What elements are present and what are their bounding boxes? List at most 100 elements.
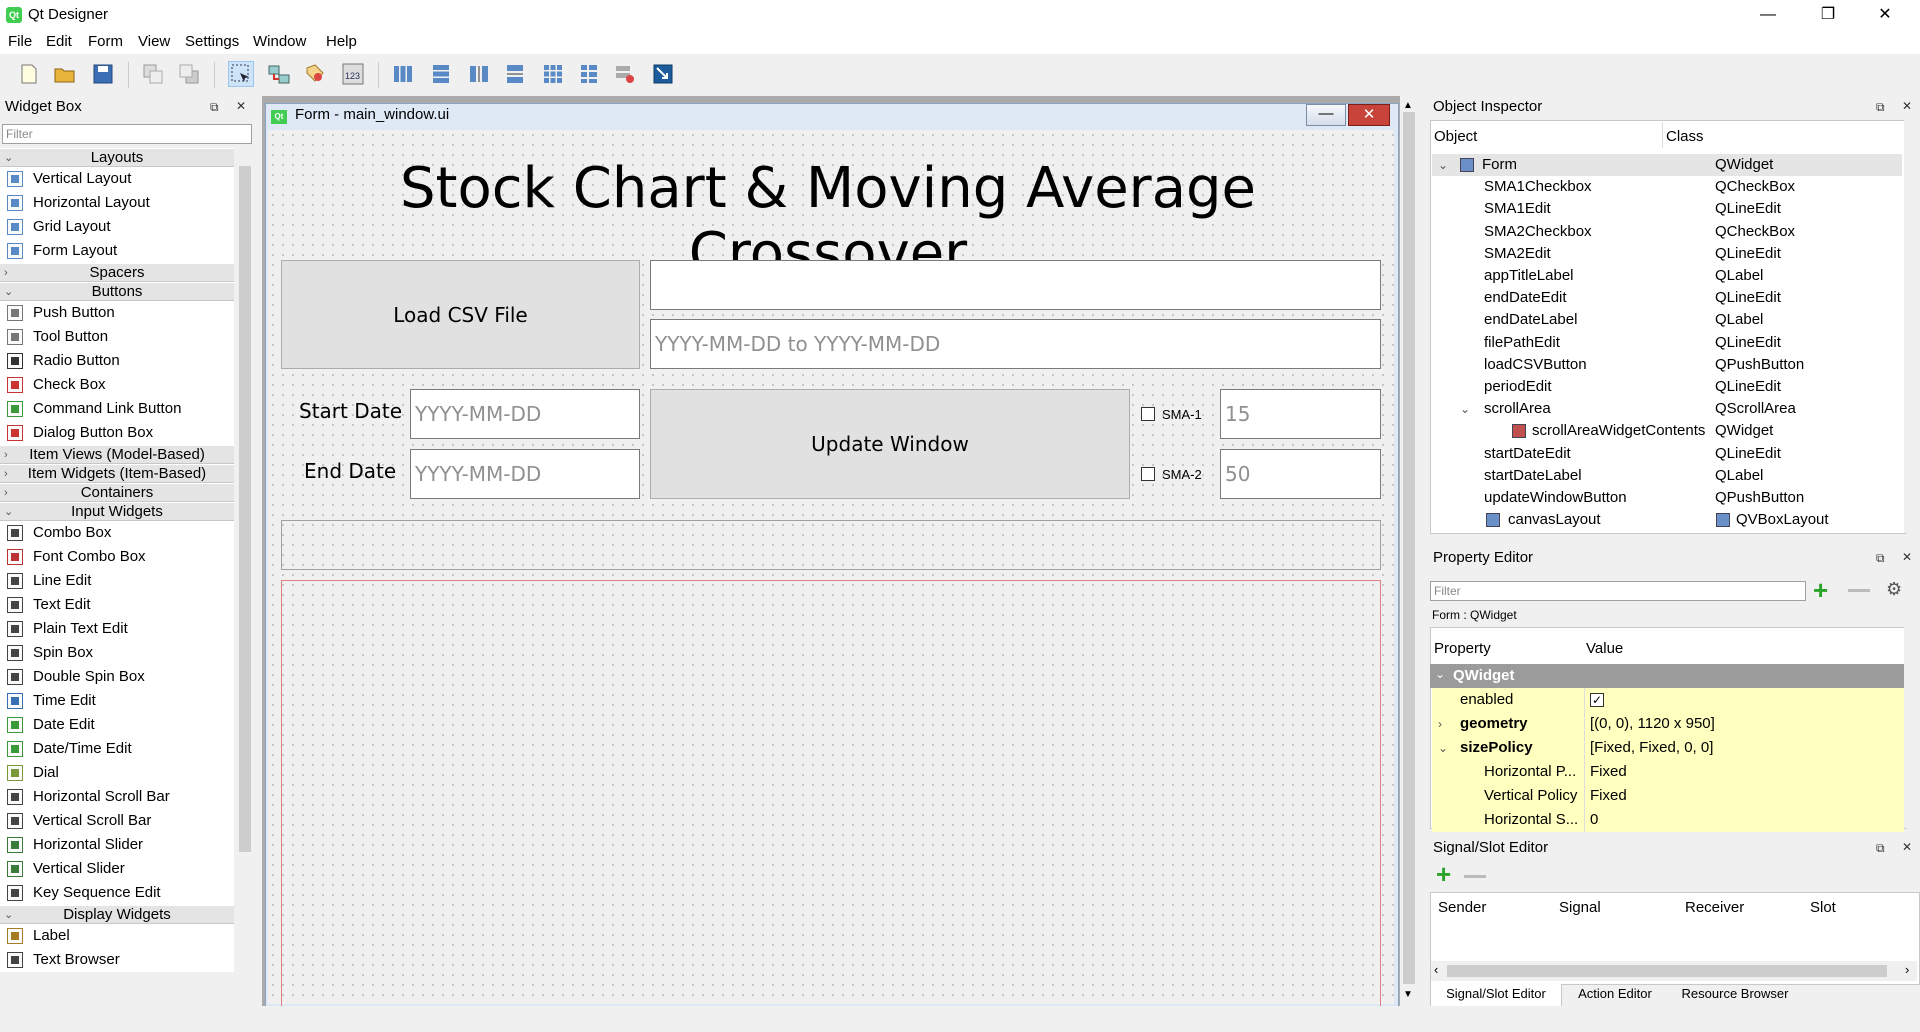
tab-signal-slot-editor[interactable]: Signal/Slot Editor <box>1430 984 1562 1007</box>
float-dock-icon[interactable]: ⧉ <box>210 100 219 115</box>
menu-help[interactable]: Help <box>326 33 357 50</box>
widget-category-containers[interactable]: › Containers <box>0 483 234 502</box>
object-row[interactable]: ⌄ scrollArea QScrollArea <box>1432 398 1902 420</box>
widget-category-layouts[interactable]: ⌄ Layouts <box>0 148 234 167</box>
widget-item-font-combo-box[interactable]: Font Combo Box <box>0 545 234 569</box>
float-dock-icon[interactable]: ⧉ <box>1876 551 1885 566</box>
chevron-down-icon[interactable]: ⌄ <box>1438 736 1448 760</box>
object-row[interactable]: scrollAreaWidgetContents QWidget <box>1432 420 1902 442</box>
form-minimize-button[interactable]: — <box>1306 104 1346 126</box>
property-row[interactable]: › geometry [(0, 0), 1120 x 950] <box>1432 712 1904 736</box>
widget-item-form-layout[interactable]: Form Layout <box>0 239 234 263</box>
end-date-edit[interactable]: YYYY-MM-DD <box>410 449 640 499</box>
object-row[interactable]: loadCSVButton QPushButton <box>1432 354 1902 376</box>
object-row[interactable]: updateWindowButton QPushButton <box>1432 487 1902 509</box>
widget-category-item-views-model-based[interactable]: › Item Views (Model-Based) <box>0 445 234 464</box>
edit-buddies-icon[interactable] <box>302 61 328 87</box>
object-row[interactable]: endDateLabel QLabel <box>1432 309 1902 331</box>
object-row[interactable]: SMA2Checkbox QCheckBox <box>1432 221 1902 243</box>
bring-to-front-icon[interactable] <box>176 61 202 87</box>
save-icon[interactable] <box>90 61 116 87</box>
close-dock-icon[interactable]: ✕ <box>236 99 246 113</box>
start-date-edit[interactable]: YYYY-MM-DD <box>410 389 640 439</box>
widget-item-dialog-button-box[interactable]: Dialog Button Box <box>0 421 234 445</box>
close-button[interactable]: ✕ <box>1857 0 1913 30</box>
layout-grid-icon[interactable] <box>540 61 566 87</box>
menu-settings[interactable]: Settings <box>185 33 239 50</box>
widget-category-input-widgets[interactable]: ⌄ Input Widgets <box>0 502 234 521</box>
add-dynamic-property-icon[interactable]: + <box>1813 577 1828 603</box>
object-row[interactable]: startDateEdit QLineEdit <box>1432 443 1902 465</box>
property-row[interactable]: Vertical Policy Fixed <box>1432 784 1904 808</box>
widget-item-horizontal-slider[interactable]: Horizontal Slider <box>0 833 234 857</box>
object-row[interactable]: SMA2Edit QLineEdit <box>1432 243 1902 265</box>
property-row[interactable]: ⌄ sizePolicy [Fixed, Fixed, 0, 0] <box>1432 736 1904 760</box>
sma2-edit[interactable]: 50 <box>1220 449 1381 499</box>
widget-item-horizontal-layout[interactable]: Horizontal Layout <box>0 191 234 215</box>
widget-category-item-widgets-item-based[interactable]: › Item Widgets (Item-Based) <box>0 464 234 483</box>
widget-item-double-spin-box[interactable]: Double Spin Box <box>0 665 234 689</box>
property-row[interactable]: Horizontal S... 0 <box>1432 808 1904 832</box>
property-value[interactable]: Fixed <box>1590 784 1627 808</box>
chevron-right-icon[interactable]: › <box>1438 712 1442 736</box>
oi-scrollbar[interactable] <box>1904 120 1920 532</box>
object-row[interactable]: startDateLabel QLabel <box>1432 465 1902 487</box>
property-value[interactable]: [(0, 0), 1120 x 950] <box>1590 712 1715 736</box>
layout-form-icon[interactable] <box>576 61 602 87</box>
widget-item-command-link-button[interactable]: Command Link Button <box>0 397 234 421</box>
minimize-button[interactable]: — <box>1740 0 1796 30</box>
menu-file[interactable]: File <box>8 33 32 50</box>
enabled-checkbox[interactable]: ✓ <box>1590 693 1604 707</box>
menu-edit[interactable]: Edit <box>46 33 72 50</box>
widget-item-vertical-layout[interactable]: Vertical Layout <box>0 167 234 191</box>
menu-form[interactable]: Form <box>88 33 123 50</box>
ss-h-scrollbar[interactable]: ‹ › <box>1431 961 1917 981</box>
widget-item-check-box[interactable]: Check Box <box>0 373 234 397</box>
object-row[interactable]: endDateEdit QLineEdit <box>1432 287 1902 309</box>
edit-widgets-icon[interactable] <box>228 61 254 87</box>
close-dock-icon[interactable]: ✕ <box>1902 550 1912 564</box>
widget-item-date-time-edit[interactable]: Date/Time Edit <box>0 737 234 761</box>
property-row[interactable]: enabled ✓ <box>1432 688 1904 712</box>
chevron-down-icon[interactable]: ⌄ <box>1438 154 1448 176</box>
send-to-back-icon[interactable] <box>140 61 166 87</box>
remove-property-icon[interactable] <box>1848 589 1870 592</box>
widget-item-dial[interactable]: Dial <box>0 761 234 785</box>
adjust-size-icon[interactable] <box>650 61 676 87</box>
layout-h-splitter-icon[interactable] <box>466 61 492 87</box>
widget-box-filter[interactable]: Filter <box>2 124 252 144</box>
object-row[interactable]: periodEdit QLineEdit <box>1432 376 1902 398</box>
widget-category-display-widgets[interactable]: ⌄ Display Widgets <box>0 905 234 924</box>
widget-item-vertical-slider[interactable]: Vertical Slider <box>0 857 234 881</box>
widget-item-text-edit[interactable]: Text Edit <box>0 593 234 617</box>
close-dock-icon[interactable]: ✕ <box>1902 840 1912 854</box>
scroll-area[interactable] <box>281 580 1381 1006</box>
object-row[interactable]: filePathEdit QLineEdit <box>1432 332 1902 354</box>
break-layout-icon[interactable] <box>612 61 638 87</box>
menu-view[interactable]: View <box>138 33 170 50</box>
float-dock-icon[interactable]: ⧉ <box>1876 100 1885 115</box>
form-close-button[interactable]: ✕ <box>1348 104 1390 126</box>
widget-item-grid-layout[interactable]: Grid Layout <box>0 215 234 239</box>
edit-signals-slots-icon[interactable] <box>266 61 292 87</box>
maximize-button[interactable]: ❐ <box>1800 0 1856 30</box>
widget-item-line-edit[interactable]: Line Edit <box>0 569 234 593</box>
widget-item-push-button[interactable]: Push Button <box>0 301 234 325</box>
object-row[interactable]: appTitleLabel QLabel <box>1432 265 1902 287</box>
pe-scrollbar[interactable] <box>1904 627 1920 827</box>
configure-icon[interactable]: ⚙ <box>1886 579 1902 600</box>
object-row[interactable]: SMA1Edit QLineEdit <box>1432 198 1902 220</box>
form-scrollbar[interactable]: ▲ ▼ <box>1400 96 1418 1006</box>
new-file-icon[interactable] <box>16 61 42 87</box>
float-dock-icon[interactable]: ⧉ <box>1876 841 1885 856</box>
open-folder-icon[interactable] <box>52 61 78 87</box>
widget-item-tool-button[interactable]: Tool Button <box>0 325 234 349</box>
layout-vertical-icon[interactable] <box>428 61 454 87</box>
widget-box-scroll-thumb[interactable] <box>239 166 251 852</box>
load-csv-button[interactable]: Load CSV File <box>281 260 640 369</box>
property-value[interactable]: [Fixed, Fixed, 0, 0] <box>1590 736 1713 760</box>
sma1-edit[interactable]: 15 <box>1220 389 1381 439</box>
layout-v-splitter-icon[interactable] <box>502 61 528 87</box>
property-value[interactable]: Fixed <box>1590 760 1627 784</box>
widget-item-key-sequence-edit[interactable]: Key Sequence Edit <box>0 881 234 905</box>
